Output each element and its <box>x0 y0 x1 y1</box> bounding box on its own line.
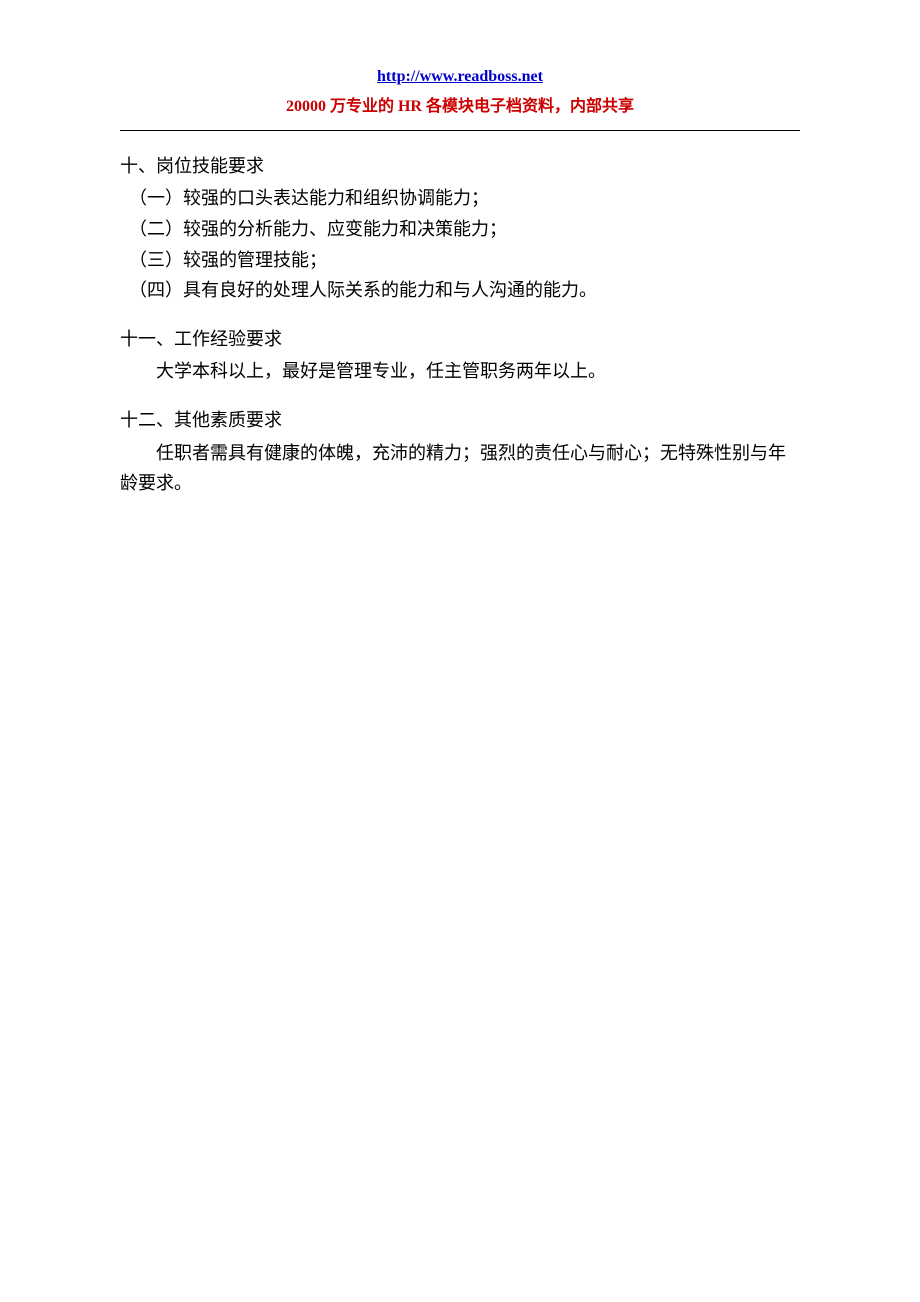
section-12: 十二、其他素质要求 任职者需具有健康的体魄，充沛的精力；强烈的责任心与耐心；无特… <box>120 405 800 499</box>
section-11-title: 十一、工作经验要求 <box>120 324 800 355</box>
section-11: 十一、工作经验要求 大学本科以上，最好是管理专业，任主管职务两年以上。 <box>120 324 800 387</box>
section-10: 十、岗位技能要求 （一）较强的口头表达能力和组织协调能力； （二）较强的分析能力… <box>120 151 800 306</box>
section-10-item-4: （四）具有良好的处理人际关系的能力和与人沟通的能力。 <box>129 275 800 306</box>
section-10-item-1: （一）较强的口头表达能力和组织协调能力； <box>129 183 800 214</box>
section-10-item-3: （三）较强的管理技能； <box>129 245 800 276</box>
header-divider <box>120 130 800 131</box>
section-11-body: 大学本科以上，最好是管理专业，任主管职务两年以上。 <box>120 356 800 387</box>
section-10-title: 十、岗位技能要求 <box>120 151 800 182</box>
section-10-item-2: （二）较强的分析能力、应变能力和决策能力； <box>129 214 800 245</box>
header-link[interactable]: http://www.readboss.net <box>377 68 543 85</box>
section-12-body: 任职者需具有健康的体魄，充沛的精力；强烈的责任心与耐心；无特殊性别与年龄要求。 <box>120 438 800 499</box>
document-header: http://www.readboss.net 20000 万专业的 HR 各模… <box>120 60 800 120</box>
section-12-title: 十二、其他素质要求 <box>120 405 800 436</box>
header-subtitle: 20000 万专业的 HR 各模块电子档资料，内部共享 <box>120 93 800 120</box>
document-page: http://www.readboss.net 20000 万专业的 HR 各模… <box>0 0 920 577</box>
